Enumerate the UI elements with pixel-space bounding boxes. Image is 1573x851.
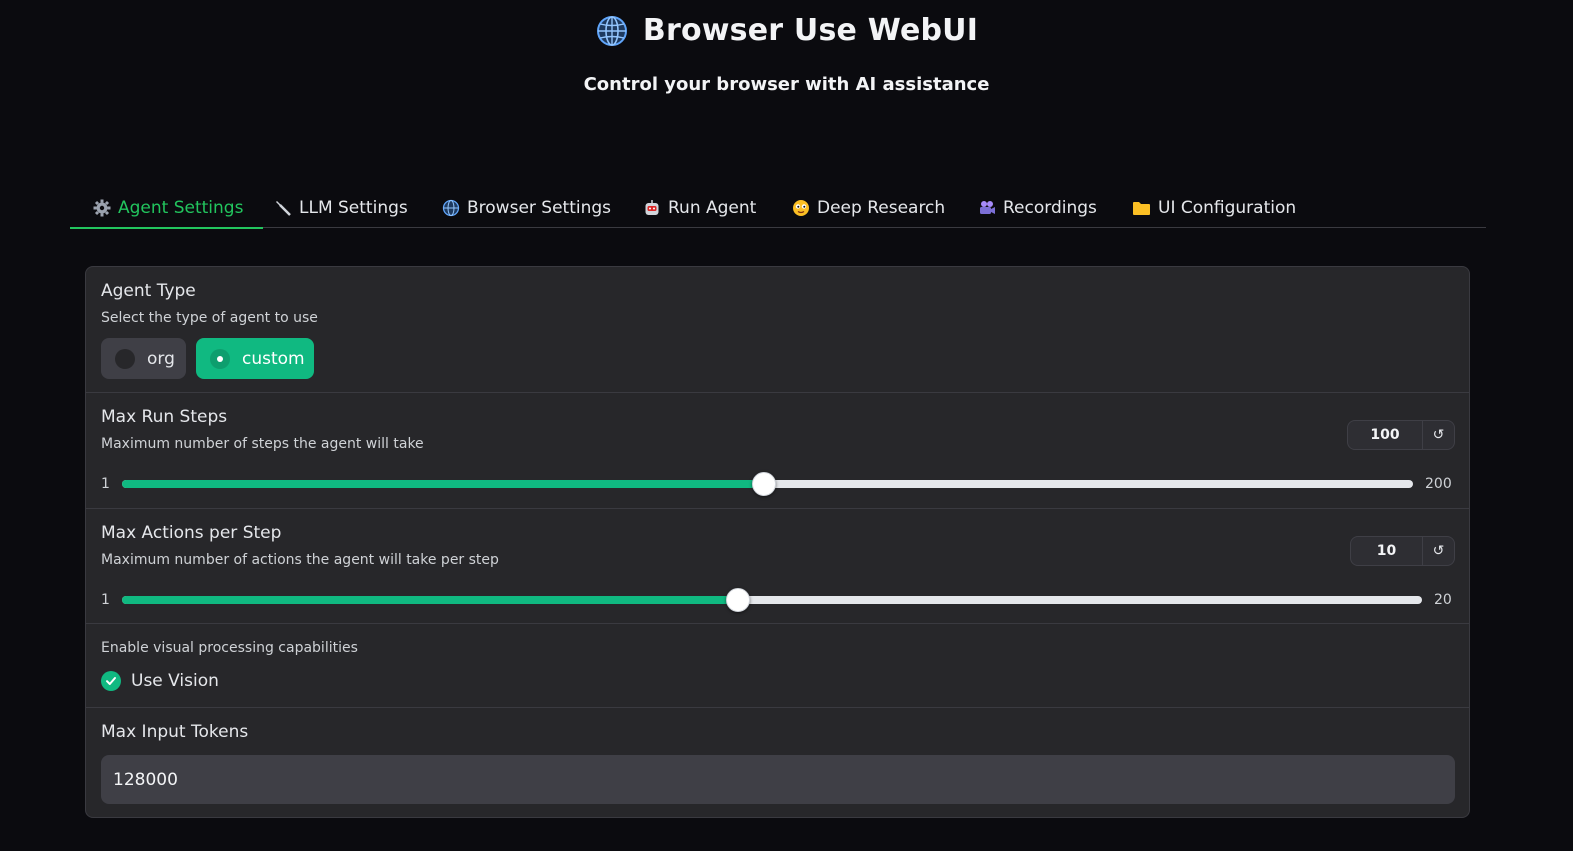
camera-icon	[977, 199, 996, 218]
radio-label: org	[147, 348, 175, 369]
max-run-steps-label: Max Run Steps	[101, 407, 228, 427]
tab-recordings[interactable]: Recordings	[977, 188, 1097, 228]
tab-llm-settings[interactable]: LLM Settings	[273, 188, 408, 228]
gear-icon	[92, 199, 111, 218]
tab-label: Browser Settings	[467, 198, 612, 218]
use-vision-checkbox[interactable]: Use Vision	[101, 671, 219, 691]
wrench-icon	[273, 199, 292, 218]
max-input-tokens-label: Max Input Tokens	[101, 722, 249, 742]
agent-type-block: Agent Type Select the type of agent to u…	[86, 267, 1469, 393]
max-actions-label: Max Actions per Step	[101, 523, 282, 543]
max-run-steps-value[interactable]: 100	[1348, 421, 1422, 449]
radio-custom[interactable]: custom	[196, 338, 314, 379]
slider-min-label: 1	[101, 476, 110, 492]
tab-label: UI Configuration	[1158, 198, 1297, 218]
tab-run-agent[interactable]: Run Agent	[642, 188, 756, 228]
tab-label: Recordings	[1003, 198, 1097, 218]
max-actions-block: Max Actions per Step Maximum number of a…	[86, 509, 1469, 624]
use-vision-label: Use Vision	[131, 671, 219, 691]
slider-fill	[122, 596, 738, 604]
agent-type-info: Select the type of agent to use	[101, 310, 318, 326]
tab-label: LLM Settings	[299, 198, 408, 218]
agent-type-label: Agent Type	[101, 281, 196, 301]
radio-org[interactable]: org	[101, 338, 186, 379]
radio-indicator	[210, 348, 230, 369]
max-actions-value[interactable]: 10	[1351, 537, 1422, 565]
reset-icon[interactable]: ↺	[1422, 537, 1454, 565]
max-run-steps-slider[interactable]	[122, 472, 1413, 496]
tab-bar: Agent Settings LLM Settings Browser Sett…	[69, 188, 1486, 229]
tab-ui-configuration[interactable]: UI Configuration	[1132, 188, 1296, 228]
max-input-tokens-block: Max Input Tokens 128000	[86, 708, 1469, 817]
radio-indicator	[115, 348, 135, 369]
globe-icon	[441, 199, 460, 218]
page-subtitle: Control your browser with AI assistance	[583, 74, 990, 95]
max-input-tokens-input[interactable]: 128000	[101, 755, 1455, 804]
slider-fill	[122, 480, 765, 488]
folder-icon	[1132, 199, 1151, 218]
max-actions-info: Maximum number of actions the agent will…	[101, 552, 499, 568]
page-title: Browser Use WebUI	[642, 13, 979, 48]
use-vision-block: Enable visual processing capabilities Us…	[86, 624, 1469, 708]
use-vision-info: Enable visual processing capabilities	[101, 640, 358, 656]
tab-agent-settings[interactable]: Agent Settings	[69, 188, 264, 229]
slider-thumb[interactable]	[752, 472, 777, 496]
tab-label: Run Agent	[668, 198, 757, 218]
max-actions-number-input: 10 ↺	[1350, 536, 1455, 566]
slider-thumb[interactable]	[725, 588, 750, 612]
tab-browser-settings[interactable]: Browser Settings	[441, 188, 611, 228]
title-row: Browser Use WebUI	[0, 13, 1573, 48]
max-run-steps-number-input: 100 ↺	[1347, 420, 1455, 450]
max-run-steps-block: Max Run Steps Maximum number of steps th…	[86, 393, 1469, 509]
max-actions-slider[interactable]	[122, 588, 1422, 612]
face-icon	[791, 199, 810, 218]
agent-settings-panel: Agent Type Select the type of agent to u…	[85, 266, 1470, 818]
max-run-steps-info: Maximum number of steps the agent will t…	[101, 436, 424, 452]
slider-min-label: 1	[101, 592, 110, 608]
slider-max-label: 200	[1425, 476, 1452, 492]
tab-deep-research[interactable]: Deep Research	[791, 188, 945, 228]
radio-label: custom	[242, 348, 305, 369]
tab-label: Deep Research	[817, 198, 946, 218]
checkmark-icon	[101, 671, 121, 691]
slider-max-label: 20	[1434, 592, 1452, 608]
globe-icon	[596, 15, 627, 46]
reset-icon[interactable]: ↺	[1422, 421, 1454, 449]
tab-label: Agent Settings	[118, 198, 244, 218]
robot-icon	[642, 199, 661, 218]
